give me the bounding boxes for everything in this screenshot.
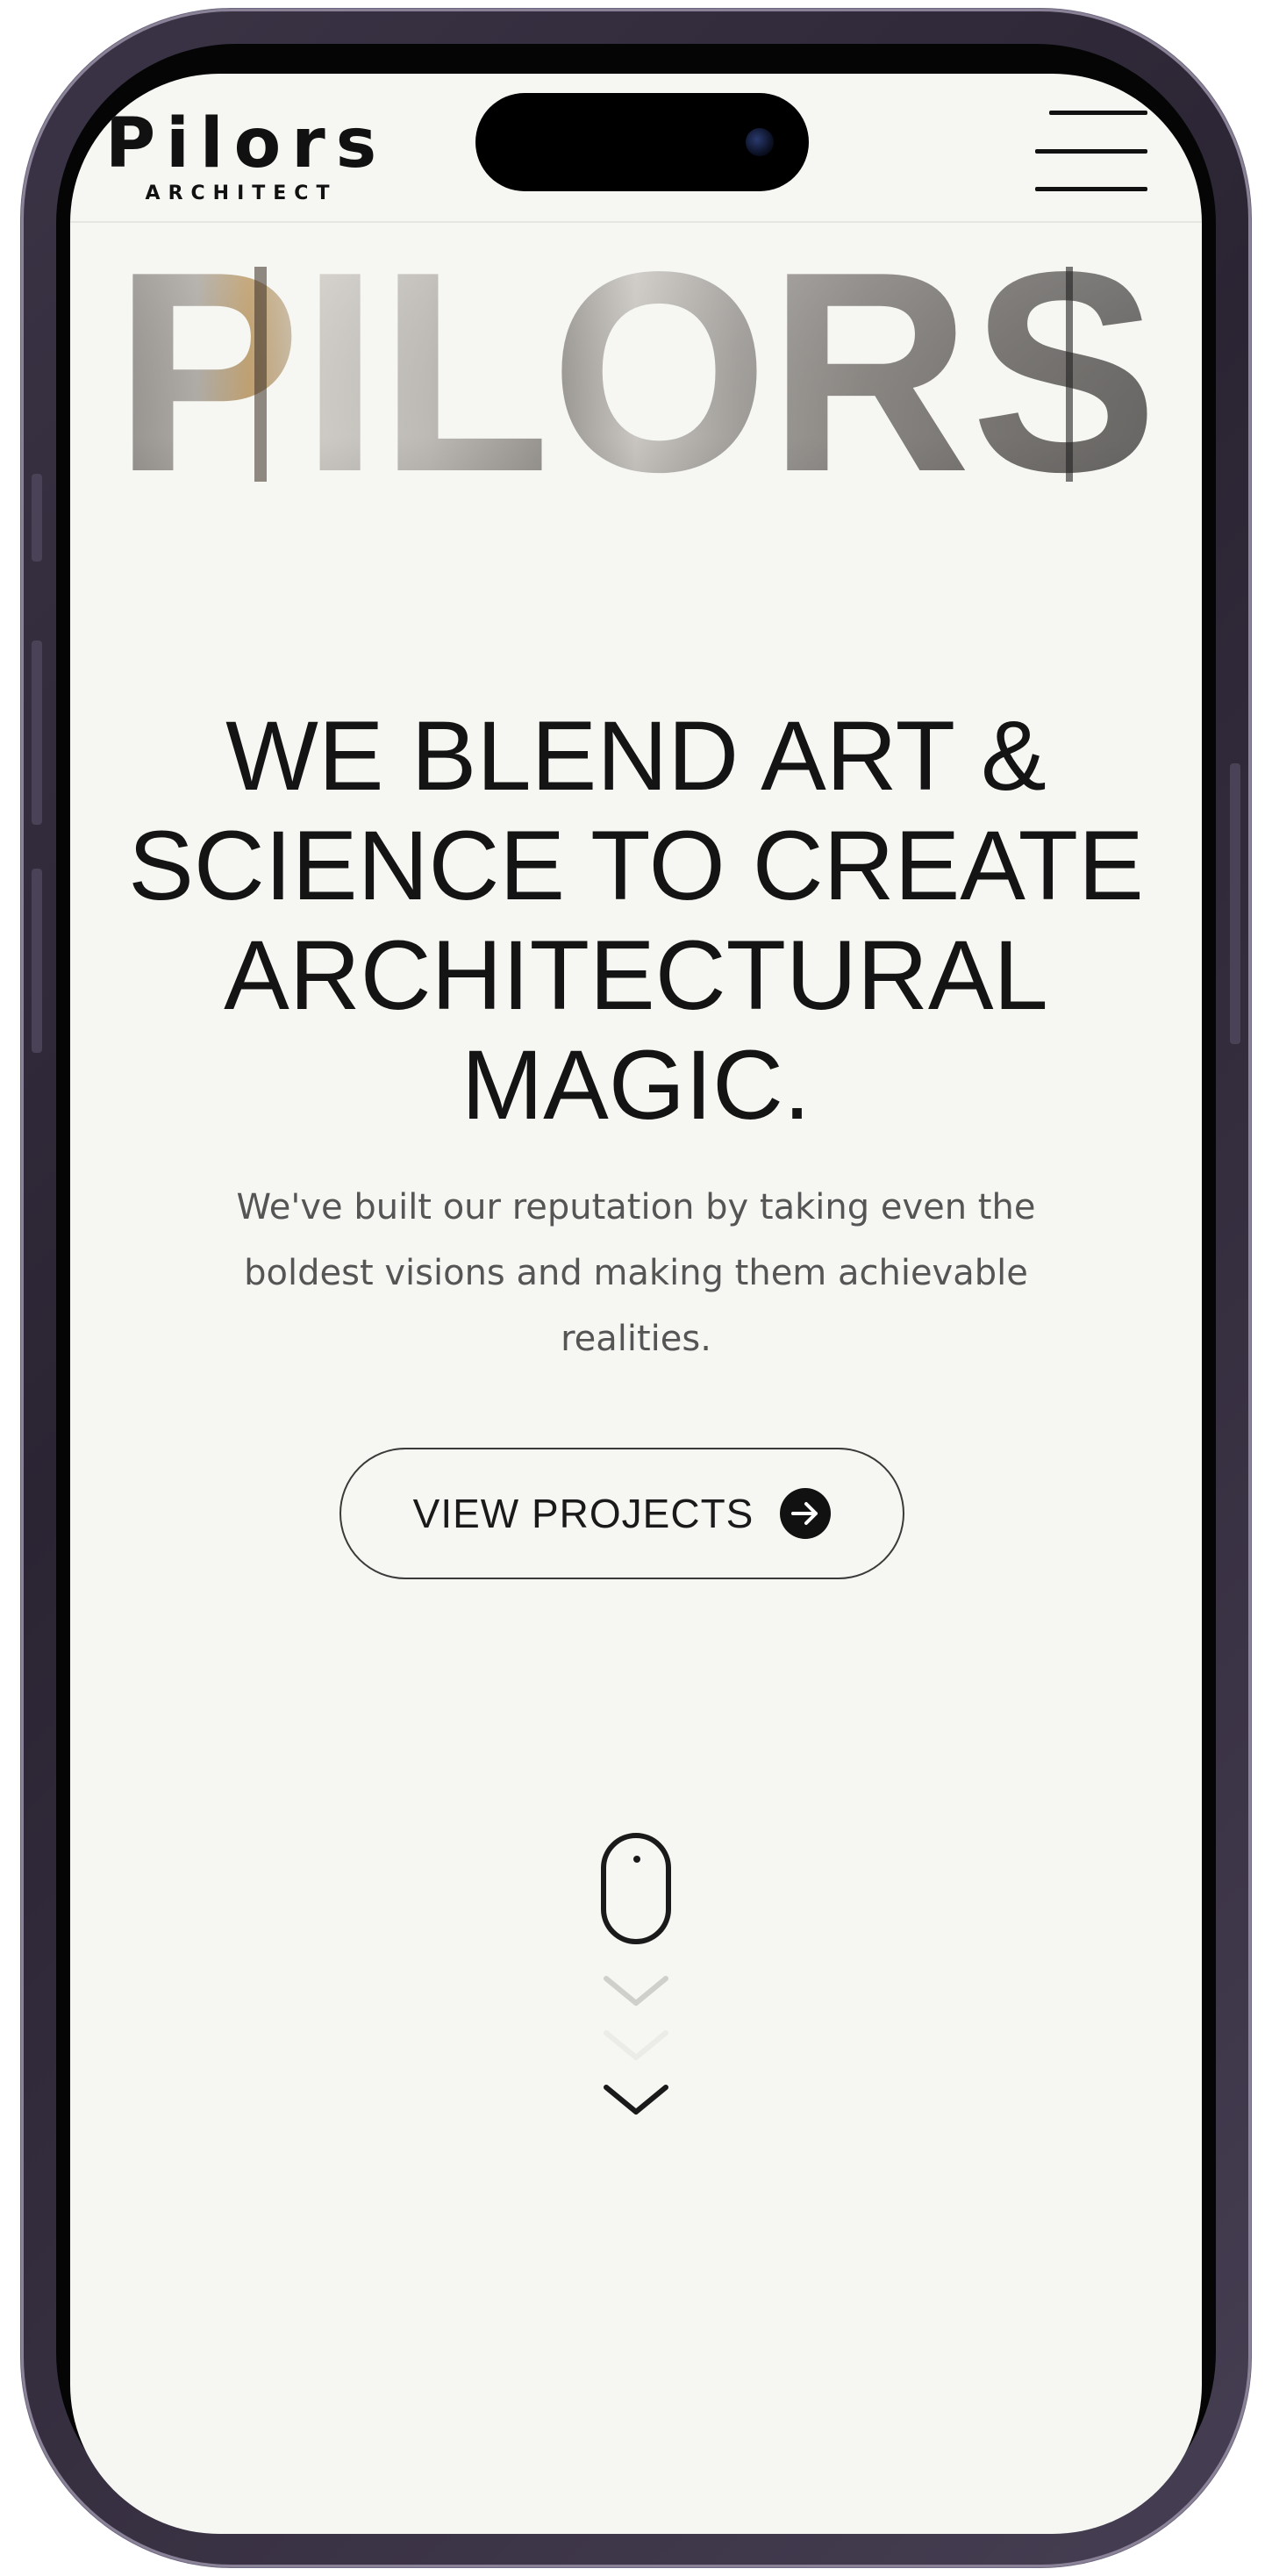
volume-up-button: [32, 640, 42, 825]
headline-line: ARCHITECTURAL: [224, 920, 1048, 1030]
headline-line: MAGIC.: [461, 1030, 811, 1140]
camera-icon: [746, 128, 774, 156]
chevron-down-icon: [604, 2030, 668, 2060]
hero-word-shade: PILORS: [114, 249, 1158, 482]
menu-line: [1049, 111, 1147, 115]
screen: Pilors ARCHITECT PILORS PILORS WE BLEND …: [70, 74, 1202, 2534]
subtext-line: realities.: [561, 1319, 711, 1359]
hero-headline: WE BLEND ART & SCIENCE TO CREATE ARCHITE…: [88, 701, 1184, 1140]
headline-line: WE BLEND ART &: [225, 701, 1047, 811]
headline-line: SCIENCE TO CREATE: [128, 811, 1144, 920]
volume-down-button: [32, 869, 42, 1053]
mouse-wheel-dot: [633, 1856, 640, 1863]
hero-subtext: We've built our reputation by taking eve…: [193, 1175, 1079, 1372]
view-projects-button[interactable]: VIEW PROJECTS: [339, 1448, 904, 1579]
action-button: [32, 474, 42, 562]
subtext-line: We've built our reputation by taking eve…: [236, 1187, 1036, 1227]
subtext-line: boldest visions and making them achievab…: [244, 1253, 1028, 1293]
photo-detail: [1066, 267, 1073, 482]
chevron-down-icon: [604, 2085, 668, 2114]
hero-word: PILORS PILORS: [70, 249, 1202, 482]
hamburger-menu-icon[interactable]: [1035, 111, 1147, 191]
view-projects-label: VIEW PROJECTS: [412, 1491, 754, 1536]
scroll-indicator[interactable]: [579, 1833, 693, 2184]
dynamic-island: [475, 93, 809, 191]
logo-tagline: ARCHITECT: [145, 182, 338, 204]
logo-wordmark: Pilors: [105, 104, 388, 183]
photo-detail: [254, 267, 267, 482]
menu-line: [1035, 187, 1147, 191]
power-button: [1230, 763, 1240, 1044]
mouse-icon: [601, 1833, 671, 1944]
logo[interactable]: Pilors ARCHITECT: [105, 109, 377, 204]
chevron-down-icon: [604, 1976, 668, 2006]
arrow-right-circle-icon: [780, 1488, 832, 1539]
menu-line: [1035, 148, 1147, 154]
hero-word-graphic: PILORS PILORS: [114, 249, 1158, 482]
